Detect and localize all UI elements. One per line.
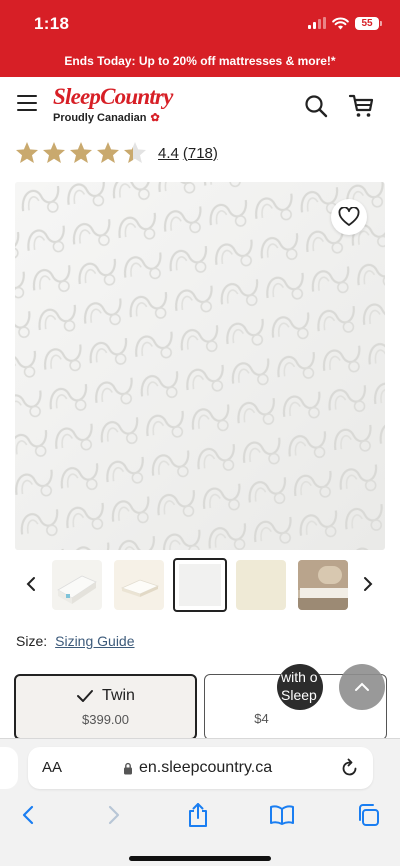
share-icon[interactable] (184, 801, 212, 829)
status-bar: 1:18 55 (0, 0, 400, 46)
size-name-twin: Twin (102, 687, 135, 704)
star-icon (16, 142, 38, 163)
thumbnail-5[interactable] (298, 560, 348, 610)
previous-tab-peek[interactable] (0, 747, 18, 789)
menu-icon[interactable] (17, 95, 37, 111)
thumbnail-3-selected[interactable] (173, 558, 227, 612)
url-display[interactable]: en.sleepcountry.ca (123, 759, 272, 777)
checkmark-icon (77, 690, 94, 702)
thumbnail-4[interactable] (236, 560, 286, 610)
battery-level: 55 (355, 16, 379, 30)
lock-icon (124, 762, 132, 774)
size-price-2: $4 (254, 711, 269, 726)
chat-text: with o Sleep (281, 669, 318, 703)
product-rating: 4.4 (718) (14, 140, 218, 166)
size-row: Size: Sizing Guide (16, 633, 135, 649)
chat-bubble[interactable]: with o Sleep (277, 664, 323, 710)
size-label: Size: (16, 633, 48, 649)
status-icons: 55 (308, 14, 382, 32)
thumbnail-1[interactable] (52, 560, 102, 610)
maple-leaf-icon: ✿ (150, 112, 160, 124)
cellular-signal-icon (308, 17, 326, 29)
browser-chrome: AA en.sleepcountry.ca (0, 738, 400, 866)
tabs-icon[interactable] (354, 801, 382, 829)
forward-icon[interactable] (100, 801, 128, 829)
heart-icon (338, 207, 360, 226)
mattress-quilt-image (15, 182, 385, 550)
home-indicator (129, 856, 271, 861)
battery-icon: 55 (355, 16, 382, 30)
chevron-right-icon[interactable] (357, 572, 379, 596)
browser-toolbar (0, 797, 400, 833)
star-icon (124, 142, 146, 163)
text-size-button[interactable]: AA (42, 759, 62, 776)
logo-tagline: Proudly Canadian ✿ (53, 111, 172, 125)
logo-wordmark: SleepCountry (53, 84, 173, 109)
chevron-left-icon[interactable] (20, 572, 42, 596)
star-icon (70, 142, 92, 163)
cart-icon[interactable] (348, 93, 374, 119)
thumbnail-carousel (0, 558, 400, 614)
chevron-up-icon (355, 682, 369, 691)
rating-stars (14, 140, 148, 166)
promo-banner[interactable]: Ends Today: Up to 20% off mattresses & m… (0, 46, 400, 77)
logo[interactable]: SleepCountry Proudly Canadian ✿ (53, 84, 173, 125)
sizing-guide-link[interactable]: Sizing Guide (55, 633, 134, 649)
reload-icon[interactable] (341, 758, 359, 778)
site-header: SleepCountry Proudly Canadian ✿ (0, 77, 400, 135)
wishlist-button[interactable] (331, 199, 367, 235)
size-option-twin[interactable]: Twin $399.00 (14, 674, 197, 740)
status-time: 1:18 (34, 14, 70, 33)
size-option-name: Twin (16, 687, 195, 705)
back-icon[interactable] (14, 801, 42, 829)
tagline-text: Proudly Canadian (53, 111, 147, 124)
star-icon (43, 142, 65, 163)
search-icon[interactable] (304, 94, 328, 118)
back-to-top-button[interactable] (339, 664, 385, 710)
product-image[interactable] (15, 182, 385, 550)
size-price-twin: $399.00 (82, 712, 129, 727)
thumbnail-2[interactable] (114, 560, 164, 610)
review-count-link[interactable]: (718) (183, 145, 218, 162)
star-icon (97, 142, 119, 163)
address-bar[interactable]: AA en.sleepcountry.ca (28, 747, 373, 789)
rating-value[interactable]: 4.4 (158, 145, 179, 162)
wifi-icon (332, 17, 349, 29)
url-text: en.sleepcountry.ca (139, 759, 273, 776)
bookmarks-icon[interactable] (268, 801, 296, 829)
